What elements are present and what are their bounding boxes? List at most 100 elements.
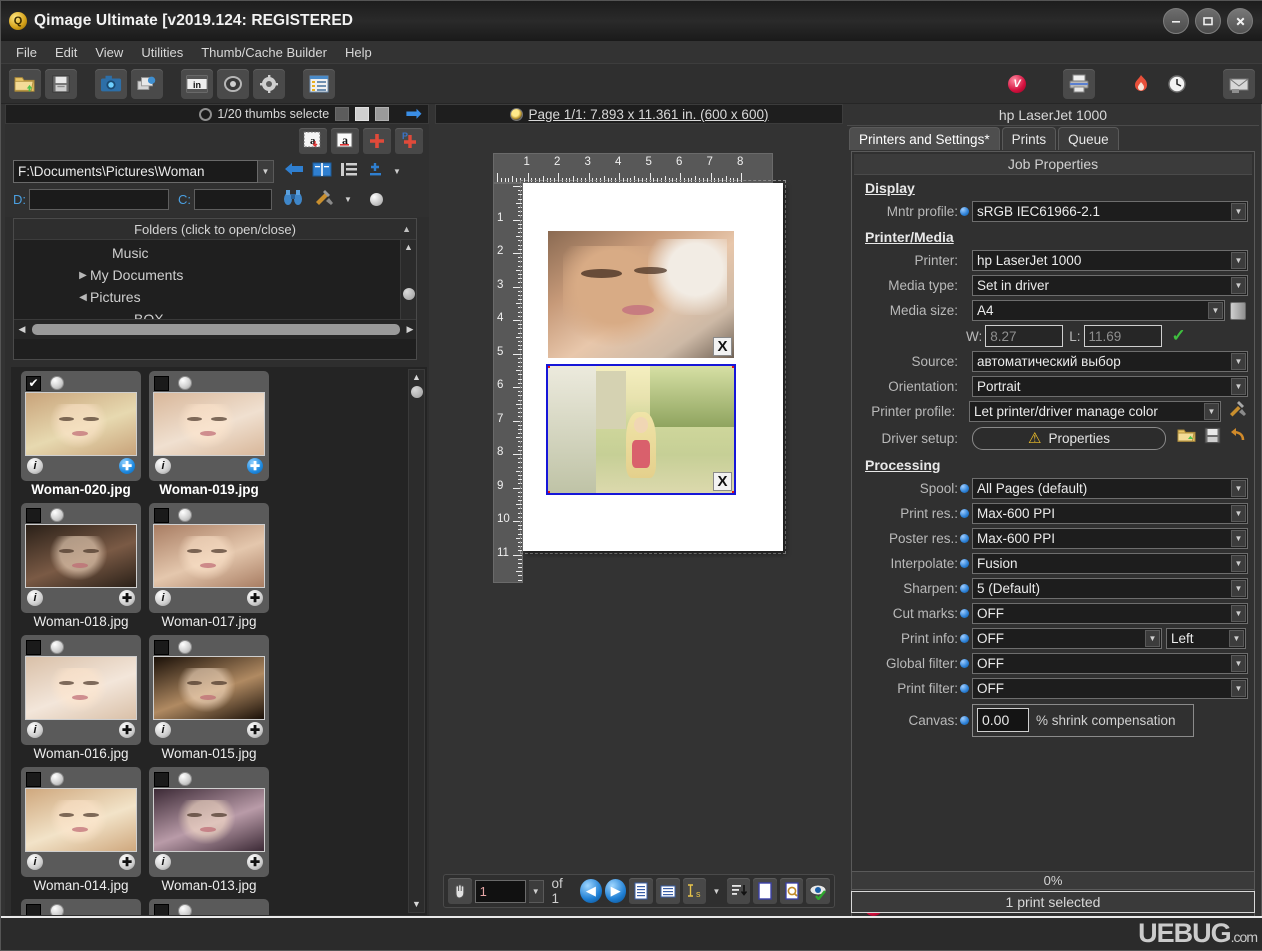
d-input[interactable] — [29, 189, 169, 210]
select-invert-button[interactable] — [355, 107, 370, 121]
save-disk-icon[interactable] — [45, 68, 77, 99]
tree-item[interactable]: Music — [14, 242, 416, 264]
thumbnail-image[interactable] — [25, 788, 137, 852]
resize-handle-tr[interactable] — [732, 366, 734, 368]
mail-icon[interactable] — [1223, 68, 1255, 99]
menu-file[interactable]: File — [7, 43, 46, 62]
chevron-down-icon[interactable]: ▼ — [1229, 630, 1244, 647]
chevron-down-icon[interactable]: ▼ — [1208, 302, 1223, 319]
page-canvas[interactable]: 12345678 1 2 3 4 5 6 7 8 9 10 11 X X — [435, 124, 843, 874]
thumbnail-info-icon[interactable]: i — [27, 458, 43, 474]
thumbnail-checkbox[interactable] — [26, 507, 41, 523]
thumbnail-checkbox[interactable] — [154, 375, 169, 391]
printer-combo[interactable]: hp LaserJet 1000 ▼ — [972, 250, 1248, 271]
gear-icon[interactable] — [253, 68, 285, 99]
undo-settings-icon[interactable] — [1229, 427, 1248, 449]
chevron-down-icon[interactable]: ▼ — [1231, 203, 1246, 220]
text-cursor-icon[interactable]: s — [682, 878, 707, 904]
thumbs-scroll-up-icon[interactable]: ▲ — [409, 372, 424, 382]
filmstrip-in-icon[interactable]: in — [181, 68, 213, 99]
tree-scroll-up-icon[interactable]: ▲ — [401, 242, 416, 252]
sort-down-icon[interactable] — [726, 878, 751, 904]
chevron-down-icon[interactable]: ▼ — [1231, 605, 1246, 622]
thumbnail-radio[interactable] — [50, 640, 64, 654]
thumbnail-checkbox[interactable] — [26, 639, 41, 655]
hand-pan-icon[interactable] — [448, 878, 472, 904]
chevron-down-icon[interactable]: ▼ — [1231, 277, 1246, 294]
print-info-dot-icon[interactable] — [960, 634, 969, 643]
thumbnail-cell[interactable]: i ✚ Woman-014.jpg — [21, 767, 141, 893]
thumbnail-info-icon[interactable]: i — [27, 722, 43, 738]
thumbnail-checkbox[interactable]: ✔ — [26, 375, 41, 391]
print-res-combo[interactable]: Max-600 PPI ▼ — [972, 503, 1248, 524]
thumbnail-radio[interactable] — [178, 640, 192, 654]
new-page-icon[interactable] — [753, 878, 777, 904]
thumbs-scroll-thumb[interactable] — [411, 386, 423, 398]
page-number-input[interactable]: 1 — [474, 879, 526, 903]
open-folder-icon[interactable] — [9, 68, 41, 99]
remove-photo-button-2[interactable]: X — [713, 472, 732, 491]
chevron-down-icon[interactable]: ▼ — [1231, 480, 1246, 497]
global-filter-combo[interactable]: OFF ▼ — [972, 653, 1248, 674]
cut-marks-combo[interactable]: OFF ▼ — [972, 603, 1248, 624]
text-options-dropdown-icon[interactable]: ▼ — [709, 881, 724, 901]
thumbnail-frame[interactable]: i✚ — [149, 371, 269, 481]
chevron-down-icon[interactable]: ▼ — [1231, 353, 1246, 370]
cut-marks-dot-icon[interactable] — [960, 609, 969, 618]
clock-icon[interactable] — [1161, 69, 1193, 99]
path-dropdown-arrow-icon[interactable]: ▼ — [258, 160, 274, 183]
path-input[interactable]: F:\Documents\Pictures\Woman — [13, 160, 258, 183]
chevron-down-icon[interactable]: ▼ — [1231, 505, 1246, 522]
thumbnail-image[interactable] — [153, 392, 265, 456]
thumbnail-radio[interactable] — [50, 376, 64, 390]
orientation-combo[interactable]: Portrait ▼ — [972, 376, 1248, 397]
thumbnail-image[interactable] — [153, 524, 265, 588]
thumbnail-frame[interactable]: ✔ i ✚ — [21, 371, 141, 481]
select-none-button[interactable] — [335, 107, 350, 121]
mntr-profile-dot-icon[interactable] — [960, 207, 969, 216]
camera-icon[interactable] — [95, 68, 127, 99]
thumbnail-checkbox[interactable] — [154, 507, 169, 523]
resize-handle-bl[interactable] — [548, 491, 550, 493]
media-type-combo[interactable]: Set in driver ▼ — [972, 275, 1248, 296]
thumbnail-checkbox[interactable] — [26, 771, 41, 787]
profile-tools-icon[interactable] — [1228, 400, 1248, 423]
tree-expand-arrow-icon[interactable]: ▶ — [76, 270, 90, 281]
lens-icon[interactable] — [217, 68, 249, 99]
book-view-icon[interactable] — [312, 162, 332, 182]
poster-res-combo[interactable]: Max-600 PPI ▼ — [972, 528, 1248, 549]
chevron-down-icon[interactable]: ▼ — [1145, 630, 1160, 647]
menu-view[interactable]: View — [86, 43, 132, 62]
media-size-combo[interactable]: A4 ▼ — [972, 300, 1225, 321]
thumbnail-radio[interactable] — [178, 904, 192, 915]
placed-photo-1[interactable]: X — [548, 231, 734, 358]
prev-page-button[interactable]: ◀ — [579, 879, 602, 903]
thumbnail-frame[interactable]: i✚ — [149, 635, 269, 745]
print-info-combo[interactable]: OFF ▼ — [972, 628, 1162, 649]
thumbnail-info-icon[interactable]: i — [27, 854, 43, 870]
page-doc-icon[interactable] — [629, 878, 654, 904]
chevron-down-icon[interactable]: ▼ — [1231, 680, 1246, 697]
canvas-shrink-input[interactable]: 0.00 — [977, 708, 1029, 732]
tree-hscroll-thumb[interactable] — [32, 324, 400, 335]
thumbnail-frame[interactable]: i✚ — [21, 767, 141, 877]
thumbs-scroll-down-icon[interactable]: ▼ — [409, 899, 424, 909]
thumbnail-cell[interactable]: i ✚ Woman-017.jpg — [149, 503, 269, 629]
chevron-small-icon[interactable]: ▼ — [344, 195, 352, 204]
chevron-down-icon[interactable]: ▼ — [1231, 530, 1246, 547]
page-paper[interactable]: X X — [523, 183, 783, 551]
back-arrow-icon[interactable] — [283, 161, 305, 182]
print-info-position-combo[interactable]: Left ▼ — [1166, 628, 1246, 649]
thumbnail-frame[interactable]: i✚ — [21, 635, 141, 745]
next-page-button[interactable]: ▶ — [604, 879, 627, 903]
thumbnail-frame[interactable]: i✚ — [149, 503, 269, 613]
tree-expand-arrow-icon[interactable]: ◀ — [76, 292, 90, 303]
thumbnail-scrollbar[interactable]: ▲ ▼ — [408, 369, 425, 913]
thumbnail-frame[interactable]: i✚ — [149, 767, 269, 877]
chevron-down-icon[interactable]: ▼ — [1204, 403, 1219, 420]
thumbnail-cell[interactable]: i ✚ Woman-013.jpg — [149, 767, 269, 893]
thumbnail-radio[interactable] — [178, 376, 192, 390]
minimize-button[interactable] — [1163, 8, 1189, 34]
thumbnail-radio[interactable] — [50, 772, 64, 786]
roll-paper-icon[interactable] — [1230, 301, 1246, 320]
